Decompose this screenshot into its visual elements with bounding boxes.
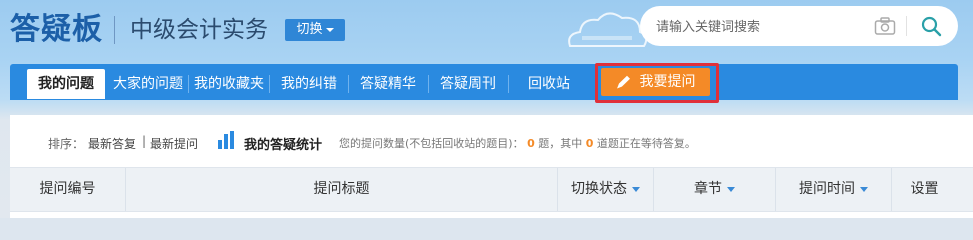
stats-prefix: 您的提问数量(不包括回收站的题目)： [339, 137, 524, 150]
column-question-title: 提问标题 [313, 181, 370, 197]
camera-icon[interactable] [874, 16, 896, 36]
waiting-count: 0 [585, 137, 594, 150]
sort-label: 排序： [48, 137, 85, 151]
column-question-time[interactable]: 提问时间 [776, 168, 891, 211]
ask-question-button[interactable]: 我要提问 [601, 68, 710, 96]
search-icon[interactable] [920, 15, 942, 37]
tab-separator [428, 75, 429, 93]
cloud-decoration [568, 12, 648, 47]
content-panel: 排序： 最新答复 | 最新提问 我的答疑统计 您的提问数量(不包括回收站的题目)… [10, 115, 973, 218]
stats-suffix: 道题正在等待答复。 [596, 137, 696, 150]
app-logo[interactable]: 答疑板 [10, 10, 103, 50]
column-question-id: 提问编号 [39, 181, 96, 197]
sort-latest-question[interactable]: 最新提问 [150, 135, 198, 152]
column-chapter[interactable]: 章节 [654, 168, 775, 211]
column-question-time-label: 提问时间 [799, 181, 855, 197]
tab-recycle-bin[interactable]: 回收站 [510, 69, 588, 99]
subject-title: 中级会计实务 [130, 17, 268, 43]
sort-latest-answer[interactable]: 最新答复 [88, 135, 136, 152]
chevron-down-icon [632, 186, 640, 192]
stats-title: 我的答疑统计 [244, 138, 323, 153]
chevron-down-icon [727, 186, 735, 192]
question-count: 0 [527, 137, 535, 150]
switch-subject-button[interactable]: 切换 [285, 19, 345, 41]
sort-divider: | [142, 134, 147, 148]
column-settings: 设置 [910, 181, 939, 197]
column-switch-status[interactable]: 切换状态 [558, 168, 653, 211]
switch-label: 切换 [296, 22, 323, 37]
stats-text: 您的提问数量(不包括回收站的题目)： 0 题，其中 0 道题正在等待答复。 [339, 135, 696, 151]
tab-answer-weekly[interactable]: 答疑周刊 [430, 69, 506, 99]
tab-everyone-questions[interactable]: 大家的问题 [110, 69, 186, 99]
bar-chart-icon [218, 131, 234, 149]
search-input[interactable] [654, 14, 868, 40]
tab-my-questions[interactable]: 我的问题 [27, 69, 105, 99]
table-header: 提问编号 提问标题 切换状态 章节 提问时间 设置 [10, 167, 973, 212]
tab-separator [508, 75, 509, 93]
stats-mid: 题，其中 [538, 137, 583, 150]
search-separator [906, 16, 907, 36]
tab-separator [269, 75, 270, 93]
tab-answer-essence[interactable]: 答疑精华 [350, 69, 426, 99]
main-nav: 我的问题 大家的问题 我的收藏夹 我的纠错 答疑精华 答疑周刊 回收站 [10, 64, 958, 100]
chevron-down-icon [860, 186, 868, 192]
ask-question-label: 我要提问 [639, 74, 696, 90]
column-chapter-label: 章节 [694, 181, 722, 197]
sort-bar: 排序： 最新答复 | 最新提问 我的答疑统计 您的提问数量(不包括回收站的题目)… [10, 115, 973, 167]
chevron-down-icon [325, 27, 334, 32]
tab-separator [188, 75, 189, 93]
header-divider [114, 16, 115, 44]
tab-my-favorites[interactable]: 我的收藏夹 [190, 69, 268, 99]
search-box [640, 6, 958, 46]
tab-my-corrections[interactable]: 我的纠错 [271, 69, 347, 99]
column-switch-status-label: 切换状态 [571, 181, 627, 197]
pencil-icon [616, 75, 630, 89]
tab-separator [348, 75, 349, 93]
